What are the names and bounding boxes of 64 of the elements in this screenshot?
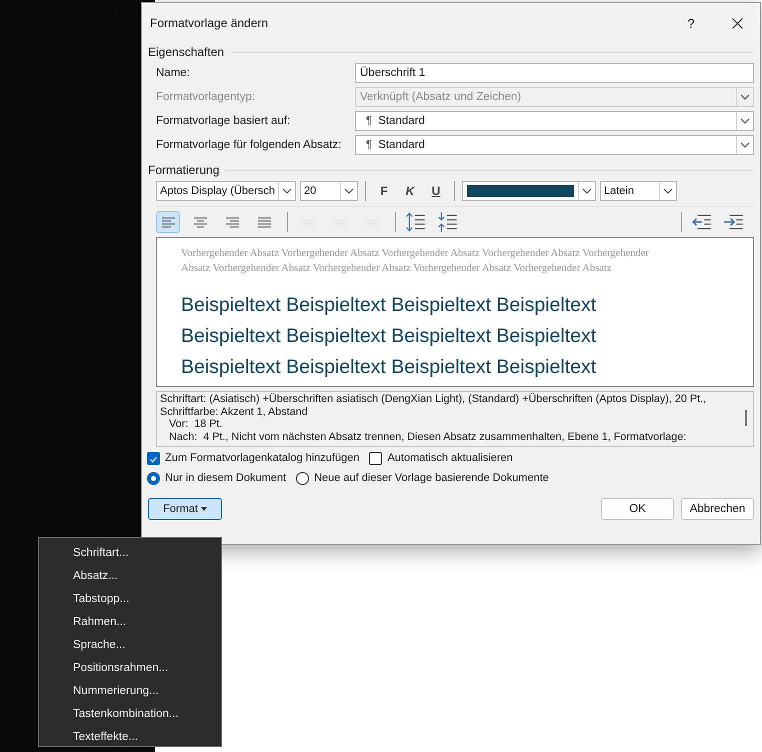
field-label: Formatvorlagentyp: — [156, 91, 256, 103]
section-heading: Formatierung — [148, 163, 220, 177]
radio-button[interactable] — [296, 472, 310, 484]
sample-text: Beispieltext Beispieltext Beispieltext Beispieltext — [181, 293, 598, 318]
chevron-down-icon — [740, 94, 750, 100]
menu-item[interactable]: Absatz... — [39, 564, 221, 587]
cancel-button[interactable]: Abbrechen — [681, 498, 754, 520]
line-spacing-icon[interactable] — [404, 211, 428, 233]
name-field[interactable]: Überschrift 1 — [355, 63, 754, 83]
menu-item[interactable]: Sprache... — [39, 633, 221, 656]
scrollbar-thumb[interactable] — [745, 410, 747, 426]
previous-paragraph-text: Vorhergehender Absatz Vorhergehender Absatz Vorhergehender Absatz Vorhergehender Absatz Vorhergehender — [181, 247, 650, 261]
paragraph-spacing-icon[interactable] — [436, 211, 460, 233]
menu-item[interactable]: Rahmen... — [39, 610, 221, 633]
format-button[interactable]: Format — [148, 498, 222, 520]
field-label: Formatvorlage basiert auf: — [156, 115, 292, 127]
description-text: Nach: 4 Pt., Nicht vom nächsten Absatz trennen, Diesen Absatz zusammenhalten, Ebene 1, Formatvorlage: — [168, 430, 688, 444]
window-title: Formatvorlage ändern — [150, 16, 270, 30]
bold-button[interactable]: F — [373, 184, 395, 198]
description-text: Schriftart: (Asiatisch) +Überschriften asiatisch (DengXian Light), (Standard) +Überschriften (Aptos Display), 20 Pt., — [160, 393, 708, 406]
script-dropdown[interactable]: Latein — [600, 181, 677, 201]
align-button[interactable] — [156, 211, 180, 233]
radio-label[interactable]: Nur in diesem Dokument — [165, 472, 286, 484]
close-icon[interactable] — [732, 18, 742, 28]
menu-item[interactable]: Nummerierung... — [39, 679, 221, 702]
align-justify-icon — [256, 214, 272, 230]
sample-text: Beispieltext Beispieltext Beispieltext Beispieltext — [181, 355, 598, 380]
caret-icon — [200, 507, 207, 511]
chevron-down-icon — [582, 188, 592, 194]
chevron-down-icon — [740, 142, 750, 148]
sample-text: Beispieltext Beispieltext Beispieltext Beispieltext — [181, 324, 598, 349]
align-center-icon — [192, 214, 208, 230]
font-color-dropdown[interactable] — [462, 181, 596, 201]
italic-button[interactable]: K — [399, 184, 421, 198]
checkbox[interactable] — [369, 452, 382, 464]
chevron-down-icon — [344, 188, 354, 194]
ok-button[interactable]: OK — [601, 498, 674, 520]
help-button[interactable]: ? — [668, 16, 714, 30]
section-heading: Eigenschaften — [148, 45, 224, 59]
radio-button[interactable] — [147, 472, 160, 484]
chevron-down-icon — [740, 118, 750, 124]
previous-paragraph-text: Absatz Vorhergehender Absatz Vorhergehender Absatz Vorhergehender Absatz Vorhergehender Absatz — [181, 262, 612, 276]
chevron-down-icon — [282, 188, 292, 194]
checkbox-label[interactable]: Automatisch aktualisieren — [387, 452, 513, 464]
underline-button[interactable]: U — [425, 184, 447, 198]
menu-item[interactable]: Positionsrahmen... — [39, 656, 221, 679]
radio-label[interactable]: Neue auf dieser Vorlage basierende Dokumente — [314, 472, 549, 484]
menu-item[interactable]: Schriftart... — [39, 541, 221, 564]
menu-item[interactable]: Texteffekte... — [39, 725, 221, 748]
description-text: Vor: 18 Pt. — [168, 418, 224, 431]
field-label: Formatvorlage für folgenden Absatz: — [156, 139, 342, 151]
align-left-icon — [160, 214, 176, 230]
chevron-down-icon — [663, 188, 673, 194]
checkbox-label[interactable]: Zum Formatvorlagenkatalog hinzufügen — [165, 452, 360, 464]
checkbox[interactable] — [147, 452, 160, 464]
font-dropdown[interactable]: Aptos Display (Übersch — [156, 181, 296, 201]
size-dropdown[interactable]: 20 — [300, 181, 358, 201]
field-label: Name: — [156, 67, 191, 79]
menu-item[interactable]: Tabstopp... — [39, 587, 221, 610]
style-dropdown[interactable]: ¶ Standard — [355, 111, 754, 131]
menu-item[interactable]: Tastenkombination... — [39, 702, 221, 725]
align-right-icon — [224, 214, 240, 230]
description-text: Schriftfarbe: Akzent 1, Abstand — [160, 406, 309, 418]
style-dropdown[interactable]: ¶ Standard — [355, 135, 754, 155]
